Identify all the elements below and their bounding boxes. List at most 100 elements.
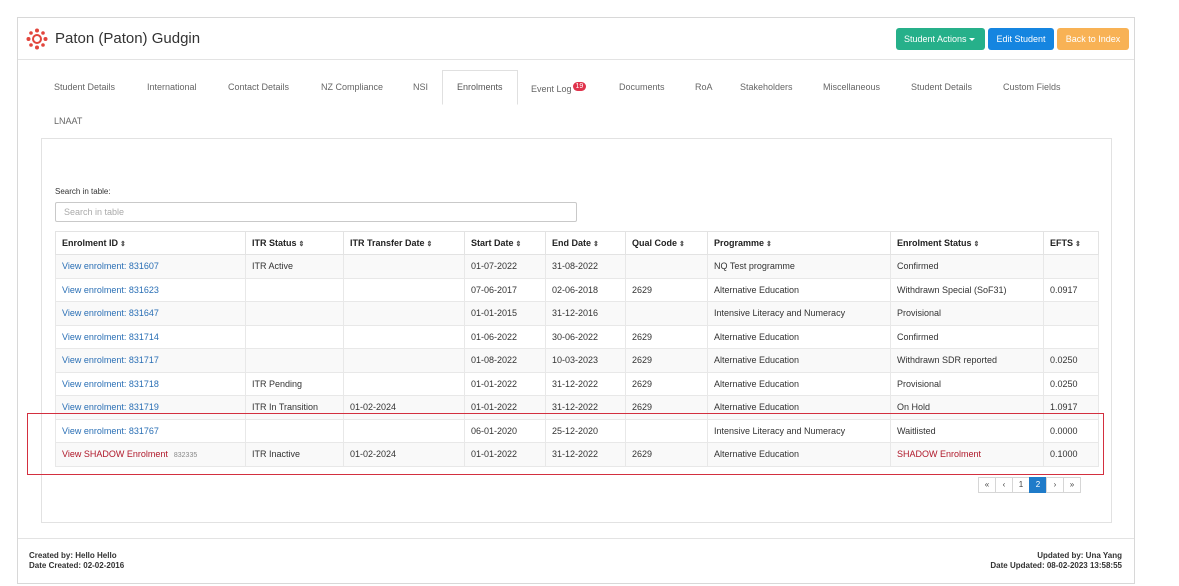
tab-nz-compliance[interactable]: NZ Compliance (321, 82, 383, 92)
column-header-itr-status[interactable]: ITR Status ⇕ (245, 231, 344, 255)
qual-code-cell: 2629 (625, 277, 708, 302)
edit-student-button[interactable]: Edit Student (988, 28, 1054, 50)
enrolment-status-cell: Withdrawn SDR reported (890, 348, 1044, 373)
header-label: Enrolment ID (62, 238, 119, 248)
table-row: View enrolment: 831718 ITR Pending 01-01… (55, 371, 1099, 396)
sort-icon: ⇕ (679, 241, 685, 248)
created-by: Created by: Hello Hello (29, 551, 117, 560)
sort-icon: ⇕ (593, 241, 599, 248)
tab-custom-fields[interactable]: Custom Fields (1003, 82, 1061, 92)
view-enrolment-link[interactable]: View enrolment: 831718 (62, 379, 159, 389)
sort-icon: ⇕ (120, 241, 126, 248)
view-enrolment-link[interactable]: View enrolment: 831647 (62, 308, 159, 318)
tab-international[interactable]: International (147, 82, 197, 92)
itr-status-cell: ITR Inactive (245, 442, 344, 467)
itr-transfer-date-cell (343, 418, 465, 443)
pagination-prev-button[interactable]: ‹ (995, 477, 1013, 493)
itr-status-cell (245, 348, 344, 373)
enrolment-link-cell: View enrolment: 831718 (55, 371, 246, 396)
view-enrolment-link[interactable]: View enrolment: 831623 (62, 285, 159, 295)
pagination-first-button[interactable]: « (978, 477, 996, 493)
table-row: View enrolment: 831719 ITR In Transition… (55, 395, 1099, 420)
tab-roa[interactable]: RoA (695, 82, 713, 92)
column-header-qual-code[interactable]: Qual Code ⇕ (625, 231, 708, 255)
back-to-index-button[interactable]: Back to Index (1057, 28, 1129, 50)
enrolment-link-cell: View enrolment: 831714 (55, 324, 246, 349)
enrolment-link-cell: View enrolment: 831623 (55, 277, 246, 302)
student-actions-button[interactable]: Student Actions (896, 28, 985, 50)
pagination-page-1[interactable]: 1 (1012, 477, 1030, 493)
updated-by: Updated by: Una Yang (1037, 551, 1122, 560)
start-date-cell: 01-01-2022 (464, 395, 546, 420)
tab-bar: Student Details International Contact De… (18, 70, 1134, 134)
page-header: Paton (Paton) Gudgin Student Actions Edi… (18, 18, 1134, 60)
search-input[interactable] (55, 202, 577, 222)
enrolments-panel: Search in table: Enrolment ID⇕ ITR Statu… (41, 138, 1112, 523)
tab-nsi[interactable]: NSI (413, 82, 428, 92)
table-row: View enrolment: 831717 01-08-2022 10-03-… (55, 348, 1099, 373)
itr-status-cell (245, 324, 344, 349)
view-enrolment-link[interactable]: View enrolment: 831719 (62, 402, 159, 412)
tab-stakeholders[interactable]: Stakeholders (740, 82, 793, 92)
efts-cell (1043, 254, 1099, 279)
sort-icon: ⇕ (426, 241, 433, 248)
qual-code-cell: 2629 (625, 371, 708, 396)
end-date-cell: 31-08-2022 (545, 254, 626, 279)
column-header-enrolment-id[interactable]: Enrolment ID ⇕ (55, 231, 246, 255)
column-header-start-date[interactable]: Start Date ⇕ (464, 231, 546, 255)
tab-event-log[interactable]: Event Log 19 (531, 82, 587, 94)
header-label: ITR Status (252, 238, 297, 248)
tab-enrolments[interactable]: Enrolments (442, 70, 518, 105)
itr-transfer-date-cell (343, 371, 465, 396)
start-date-cell: 01-07-2022 (464, 254, 546, 279)
header-label: Start Date (471, 238, 514, 248)
institution-logo-icon (26, 28, 48, 50)
view-enrolment-link[interactable]: View enrolment: 831714 (62, 332, 159, 342)
enrolment-status-cell: Waitlisted (890, 418, 1044, 443)
start-date-cell: 07-06-2017 (464, 277, 546, 302)
column-header-itr-transfer-date[interactable]: ITR Transfer Date ⇕ (343, 231, 465, 255)
start-date-cell: 01-06-2022 (464, 324, 546, 349)
column-header-end-date[interactable]: End Date ⇕ (545, 231, 626, 255)
tab-student-details[interactable]: Student Details (54, 82, 115, 92)
qual-code-cell: 2629 (625, 395, 708, 420)
qual-code-cell (625, 301, 708, 326)
itr-status-cell: ITR Pending (245, 371, 344, 396)
qual-code-cell (625, 254, 708, 279)
header-label: EFTS (1050, 238, 1074, 248)
view-shadow-enrolment-link[interactable]: View SHADOW Enrolment (62, 449, 168, 459)
view-enrolment-link[interactable]: View enrolment: 831607 (62, 261, 159, 271)
programme-cell: Intensive Literacy and Numeracy (707, 418, 891, 443)
updated-info: Updated by: Una Yang Date Updated: 08-02… (990, 551, 1122, 571)
shadow-enrolment-status-link[interactable]: SHADOW Enrolment (897, 449, 981, 459)
view-enrolment-link[interactable]: View enrolment: 831767 (62, 426, 159, 436)
header-label: Programme (714, 238, 765, 248)
view-enrolment-link[interactable]: View enrolment: 831717 (62, 355, 159, 365)
tab-documents[interactable]: Documents (619, 82, 665, 92)
qual-code-cell: 2629 (625, 442, 708, 467)
enrolments-table: Enrolment ID ⇕ ITR Status ⇕ ITR Transfer D… (55, 231, 1099, 467)
tab-event-log-label: Event Log (531, 84, 572, 94)
pagination-last-button[interactable]: » (1063, 477, 1081, 493)
column-header-programme[interactable]: Programme ⇕ (707, 231, 891, 255)
created-info: Created by: Hello Hello Date Created: 02… (29, 551, 124, 571)
tab-contact-details[interactable]: Contact Details (228, 82, 289, 92)
enrolment-status-cell: Provisional (890, 371, 1044, 396)
tab-miscellaneous[interactable]: Miscellaneous (823, 82, 880, 92)
enrolment-link-cell: View enrolment: 831719 (55, 395, 246, 420)
shadow-enrolment-row: View SHADOW Enrolment 832335 ITR Inactive… (55, 442, 1099, 467)
pagination-page-2[interactable]: 2 (1029, 477, 1047, 493)
tab-student-details-2[interactable]: Student Details (911, 82, 972, 92)
efts-cell (1043, 301, 1099, 326)
column-header-efts[interactable]: EFTS ⇕ (1043, 231, 1099, 255)
efts-cell: 0.0917 (1043, 277, 1099, 302)
itr-transfer-date-cell: 01-02-2024 (343, 395, 465, 420)
pagination-next-button[interactable]: › (1046, 477, 1064, 493)
column-header-enrolment-status[interactable]: Enrolment Status ⇕ (890, 231, 1044, 255)
programme-cell: NQ Test programme (707, 254, 891, 279)
qual-code-cell: 2629 (625, 324, 708, 349)
tab-lnaat[interactable]: LNAAT (54, 116, 82, 126)
itr-status-cell (245, 277, 344, 302)
itr-transfer-date-cell (343, 348, 465, 373)
enrolment-link-cell: View enrolment: 831647 (55, 301, 246, 326)
